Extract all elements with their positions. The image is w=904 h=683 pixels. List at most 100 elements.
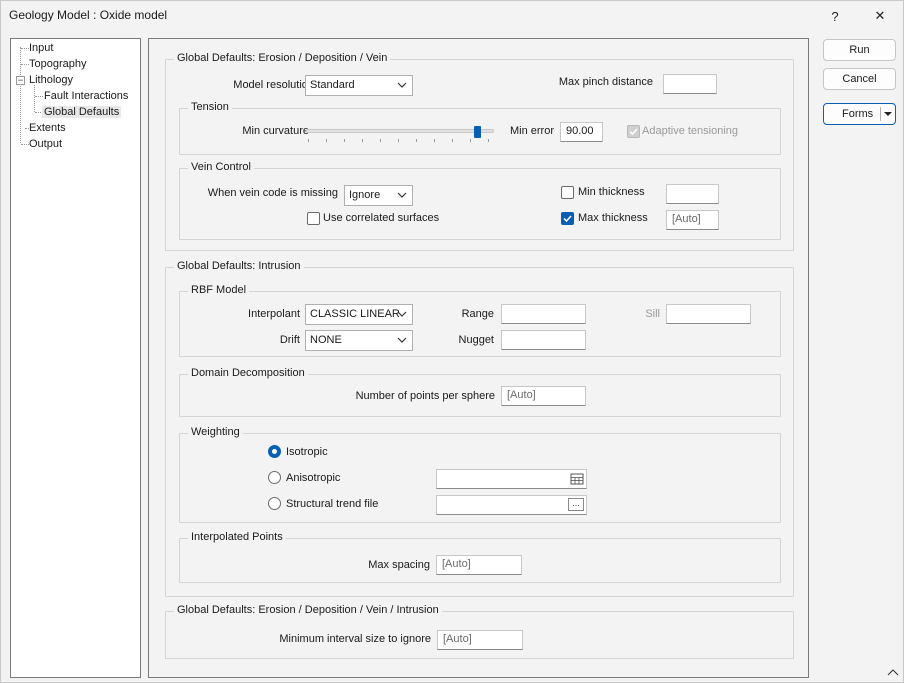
chevron-up-icon[interactable]: [887, 668, 899, 676]
model-resolution-label: Model resolution: [233, 79, 314, 91]
domain-decomposition-group: Domain Decomposition Number of points pe…: [179, 367, 781, 417]
forms-button[interactable]: Forms: [823, 103, 896, 125]
forms-divider: [880, 107, 881, 121]
drift-label: Drift: [279, 334, 300, 346]
drift-select[interactable]: NONE: [305, 330, 413, 351]
window-title: Geology Model : Oxide model: [9, 8, 168, 22]
sill-label: Sill: [645, 308, 660, 320]
vein-control-group: Vein Control When vein code is missing I…: [179, 161, 781, 240]
combined-group-title: Global Defaults: Erosion / Deposition / …: [174, 604, 442, 616]
rbf-model-title: RBF Model: [188, 284, 250, 296]
weighting-group: Weighting Isotropic Anisotropic Structur…: [179, 426, 781, 523]
tree-item-input[interactable]: Input: [29, 42, 53, 54]
help-button[interactable]: ?: [813, 1, 857, 31]
combined-group: Global Defaults: Erosion / Deposition / …: [165, 604, 794, 659]
tree-line: [34, 85, 35, 112]
max-pinch-label: Max pinch distance: [558, 76, 653, 88]
tree-line: [20, 47, 21, 143]
adaptive-tensioning-label: Adaptive tensioning: [642, 125, 739, 137]
interpolated-points-title: Interpolated Points: [188, 531, 286, 543]
max-pinch-input[interactable]: [663, 74, 717, 94]
main-panel: Global Defaults: Erosion / Deposition / …: [148, 38, 809, 678]
isotropic-label: Isotropic: [286, 446, 328, 458]
structural-trend-input[interactable]: [436, 495, 587, 515]
tree-item-lithology[interactable]: Lithology: [29, 74, 73, 86]
range-label: Range: [461, 308, 494, 320]
tree-line: [21, 144, 29, 145]
max-spacing-label: Max spacing: [368, 559, 430, 571]
min-error-label: Min error: [509, 125, 554, 137]
run-button[interactable]: Run: [823, 39, 896, 61]
structural-trend-radio[interactable]: [268, 497, 281, 510]
intrusion-group: Global Defaults: Intrusion RBF Model Int…: [165, 260, 794, 597]
erosion-group-title: Global Defaults: Erosion / Deposition / …: [174, 52, 391, 64]
sill-input[interactable]: [666, 304, 751, 324]
tree-line: [21, 48, 29, 49]
min-interval-label: Minimum interval size to ignore: [279, 633, 431, 645]
slider-thumb[interactable]: [474, 126, 481, 138]
tree-item-fault-interactions[interactable]: Fault Interactions: [44, 90, 128, 102]
anisotropic-input[interactable]: [436, 469, 587, 489]
chevron-down-icon: [397, 337, 407, 343]
max-thickness-checkbox[interactable]: [561, 212, 574, 225]
tree-item-global-defaults[interactable]: Global Defaults: [42, 106, 122, 118]
interpolated-points-group: Interpolated Points Max spacing [Auto]: [179, 531, 781, 583]
geology-model-window: Geology Model : Oxide model ? ✕ − Input …: [0, 0, 904, 683]
close-icon: ✕: [874, 8, 886, 23]
max-thickness-input[interactable]: [Auto]: [666, 210, 719, 230]
min-thickness-input[interactable]: [666, 184, 719, 204]
check-icon: [563, 215, 572, 223]
close-button[interactable]: ✕: [858, 1, 902, 31]
browse-button[interactable]: ...: [568, 498, 584, 511]
anisotropic-label: Anisotropic: [286, 472, 341, 484]
adaptive-tensioning-checkbox[interactable]: [627, 125, 640, 138]
erosion-group: Global Defaults: Erosion / Deposition / …: [165, 52, 794, 251]
min-error-input[interactable]: 90.00: [560, 122, 603, 142]
min-thickness-checkbox[interactable]: [561, 186, 574, 199]
range-input[interactable]: [501, 304, 586, 324]
vein-missing-label: When vein code is missing: [207, 187, 338, 199]
tree-line: [21, 64, 29, 65]
vein-missing-select[interactable]: Ignore: [344, 185, 413, 206]
check-icon: [629, 128, 638, 136]
title-bar: Geology Model : Oxide model ? ✕: [1, 1, 903, 31]
min-interval-input[interactable]: [Auto]: [437, 630, 523, 650]
navigation-tree: − Input Topography Lithology Fault Inter…: [10, 38, 141, 678]
nugget-input[interactable]: [501, 330, 586, 350]
dropdown-arrow-icon[interactable]: [883, 110, 893, 118]
max-spacing-input[interactable]: [Auto]: [436, 555, 522, 575]
anisotropic-radio[interactable]: [268, 471, 281, 484]
isotropic-radio[interactable]: [268, 445, 281, 458]
min-thickness-label: Min thickness: [578, 186, 645, 198]
chevron-down-icon: [397, 311, 407, 317]
forms-label: Forms: [842, 108, 874, 120]
collapse-icon[interactable]: −: [16, 76, 25, 85]
points-per-sphere-input[interactable]: [Auto]: [501, 386, 586, 406]
tree-line: [35, 96, 43, 97]
cancel-button[interactable]: Cancel: [823, 68, 896, 90]
cancel-label: Cancel: [842, 73, 877, 85]
tension-group-title: Tension: [188, 101, 232, 113]
tree-item-output[interactable]: Output: [29, 138, 62, 150]
chevron-down-icon: [397, 82, 407, 88]
drift-value: NONE: [310, 334, 342, 346]
max-thickness-label: Max thickness: [578, 212, 648, 224]
rbf-model-group: RBF Model Interpolant CLASSIC LINEAR Dri…: [179, 284, 781, 357]
interpolant-select[interactable]: CLASSIC LINEAR: [305, 304, 413, 325]
intrusion-group-title: Global Defaults: Intrusion: [174, 260, 304, 272]
min-curvature-label: Min curvature: [242, 125, 309, 137]
interpolant-value: CLASSIC LINEAR: [310, 308, 400, 320]
tree-item-extents[interactable]: Extents: [29, 122, 66, 134]
interpolant-label: Interpolant: [248, 308, 300, 320]
weighting-title: Weighting: [188, 426, 243, 438]
min-curvature-slider[interactable]: [305, 121, 495, 143]
model-resolution-select[interactable]: Standard: [305, 75, 413, 96]
domain-decomposition-title: Domain Decomposition: [188, 367, 308, 379]
table-icon[interactable]: [570, 473, 584, 485]
points-per-sphere-label: Number of points per sphere: [355, 390, 495, 402]
slider-track: [306, 129, 494, 133]
vein-control-title: Vein Control: [188, 161, 254, 173]
correlated-surfaces-checkbox[interactable]: [307, 212, 320, 225]
tree-item-topography[interactable]: Topography: [29, 58, 87, 70]
correlated-surfaces-label: Use correlated surfaces: [323, 212, 440, 224]
